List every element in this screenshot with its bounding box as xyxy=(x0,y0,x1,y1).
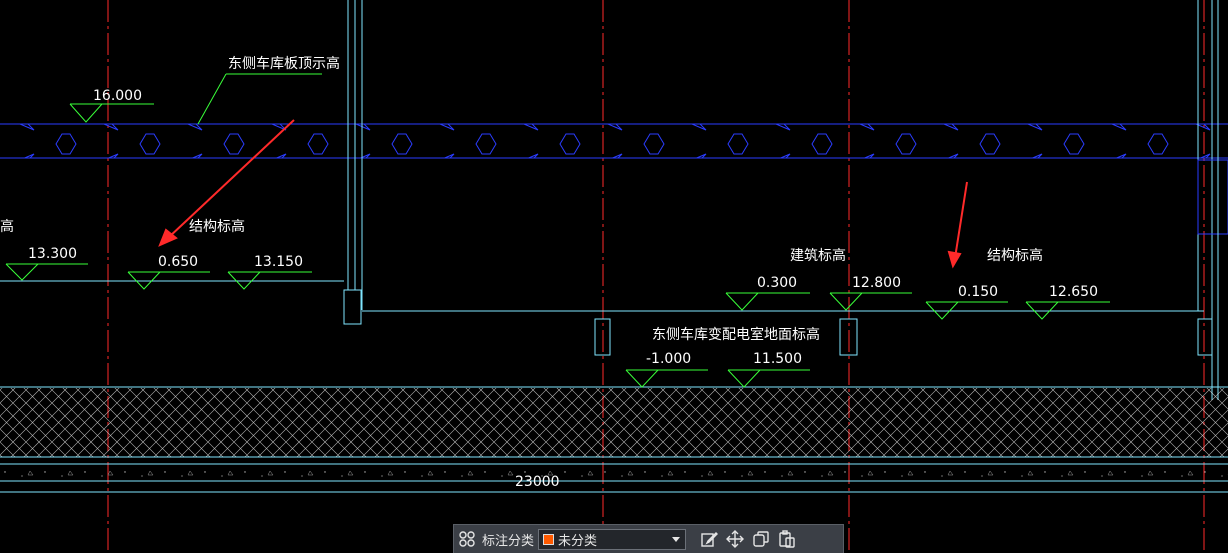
elev-text-11500: 11.500 xyxy=(753,351,802,367)
elev-text-0650: 0.650 xyxy=(158,254,198,270)
elev-text-0150: 0.150 xyxy=(958,284,998,300)
elev-text-13300: 13.300 xyxy=(28,246,77,262)
grid-icon[interactable] xyxy=(454,526,480,552)
category-select[interactable]: 未分类 xyxy=(538,528,687,550)
elev-marker-m1000 xyxy=(625,369,708,388)
elev-marker-11500 xyxy=(727,369,810,388)
category-label: 标注分类 xyxy=(482,533,535,549)
elev-marker-16000 xyxy=(69,103,154,123)
move-icon[interactable] xyxy=(722,526,748,552)
annotation-arrow-right xyxy=(947,181,968,269)
cad-drawing-canvas[interactable]: 23000 东侧车库板顶示高 16.000 13.300 0.650 13.15… xyxy=(0,0,1228,553)
paste-icon[interactable] xyxy=(774,526,800,552)
elev-text-m1000: -1.000 xyxy=(646,351,691,367)
ground-hatch xyxy=(0,388,1228,457)
layer-color-swatch xyxy=(543,533,555,545)
category-value: 未分类 xyxy=(558,533,598,549)
roof-note-leader xyxy=(197,73,322,125)
dimension-text: 23000 xyxy=(515,474,560,490)
elev-marker-13300 xyxy=(5,263,88,281)
elev-text-13150: 13.150 xyxy=(254,254,303,270)
floor-elev-note: 东侧车库变配电室地面标高 xyxy=(652,326,820,343)
struct-elev-label-left: 结构标高 xyxy=(189,218,245,235)
roof-slab xyxy=(0,123,1228,159)
elev-text-12800: 12.800 xyxy=(852,275,901,291)
struct-elev-label-right: 结构标高 xyxy=(987,247,1043,264)
elev-text-16000: 16.000 xyxy=(93,88,142,104)
chevron-down-icon xyxy=(672,536,681,542)
elev-marker-0300 xyxy=(725,292,810,311)
cut-off-label: 高 xyxy=(0,218,14,235)
elev-text-12650: 12.650 xyxy=(1049,284,1098,300)
annotation-toolbar: 标注分类 未分类 xyxy=(453,524,844,553)
elev-marker-12800 xyxy=(829,292,912,311)
build-elev-label-right: 建筑标高 xyxy=(790,247,846,264)
gravel-layer xyxy=(0,465,1228,481)
edit-icon[interactable] xyxy=(696,526,722,552)
copy-icon[interactable] xyxy=(748,526,774,552)
roof-note-label: 东侧车库板顶示高 xyxy=(228,55,340,72)
elev-text-0300: 0.300 xyxy=(757,275,797,291)
